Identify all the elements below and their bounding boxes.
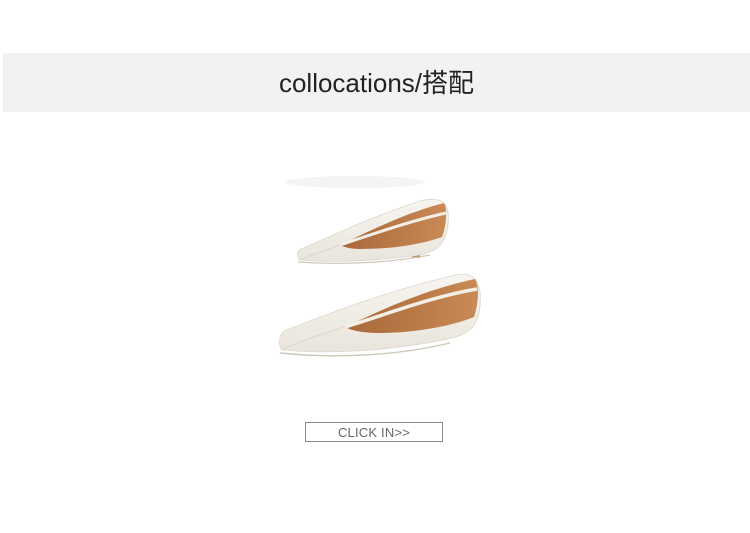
- click-in-label: CLICK IN>>: [337, 424, 411, 440]
- section-header: collocations/搭配: [3, 53, 750, 112]
- section-title: collocations/搭配: [278, 68, 475, 98]
- click-in-button[interactable]: CLICK IN>>: [305, 422, 443, 442]
- front-shoe: [279, 273, 481, 357]
- product-image[interactable]: [270, 165, 500, 380]
- shoe-pair-illustration: [279, 176, 481, 357]
- back-shoe: [297, 199, 449, 264]
